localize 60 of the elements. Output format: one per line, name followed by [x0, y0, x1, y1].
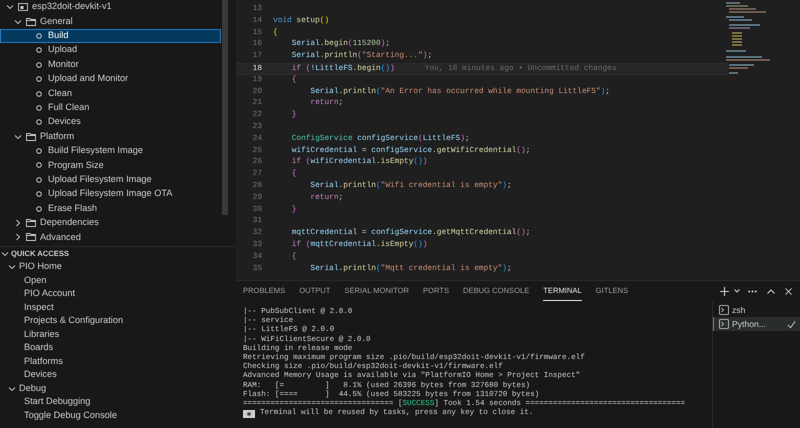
- tree-item[interactable]: Upload Filesystem Image: [0, 172, 221, 188]
- tree-item[interactable]: Open: [24, 274, 46, 288]
- circle-icon: [34, 30, 44, 41]
- circle-icon: [34, 174, 44, 185]
- circle-icon: [34, 146, 44, 156]
- circle-icon: [34, 74, 44, 84]
- tree-item[interactable]: Program Size: [0, 158, 221, 173]
- folder-icon: [26, 16, 36, 27]
- tree-item[interactable]: Upload Filesystem Image OTA: [0, 187, 221, 202]
- tree-item[interactable]: Devices: [24, 368, 57, 382]
- circle-icon: [34, 204, 44, 214]
- caret-icon[interactable]: [734, 288, 740, 294]
- tree-item[interactable]: Toggle Debug Console: [24, 408, 117, 423]
- chevron-down-icon: [8, 384, 16, 393]
- circle-icon: [34, 60, 44, 70]
- tree-item[interactable]: Build Filesystem Image: [0, 144, 221, 158]
- tree-item[interactable]: Libraries: [24, 328, 60, 342]
- tree-item[interactable]: Advanced: [0, 230, 221, 245]
- tree-item[interactable]: Platform: [0, 130, 221, 144]
- tree-item[interactable]: PIO Account: [24, 287, 76, 302]
- folder-icon: [26, 132, 36, 142]
- circle-icon: [34, 160, 44, 170]
- terminal-session[interactable]: Python...: [713, 317, 800, 331]
- folder-icon: [26, 232, 36, 242]
- chevron-up-icon[interactable]: [767, 288, 775, 294]
- folder-icon: [26, 218, 36, 228]
- tree-item[interactable]: Dependencies: [0, 216, 221, 230]
- circle-icon: [34, 88, 44, 99]
- plus-icon[interactable]: [720, 286, 729, 296]
- circle-icon: [34, 117, 44, 128]
- tree-item[interactable]: Upload: [0, 43, 221, 58]
- close-icon[interactable]: [785, 288, 792, 294]
- circle-icon: [34, 189, 44, 200]
- tree-item[interactable]: Full Clean: [0, 100, 221, 116]
- tree-item[interactable]: Erase Flash: [0, 201, 221, 216]
- tree-item[interactable]: Debug: [0, 382, 236, 396]
- terminal-icon: [719, 305, 729, 315]
- chip-folder-icon: [18, 2, 28, 12]
- ellipsis-icon[interactable]: [748, 290, 757, 292]
- tree-item[interactable]: Clean: [0, 86, 221, 101]
- chevron-down-icon: [14, 132, 22, 141]
- circle-icon: [34, 45, 44, 56]
- check-icon: [787, 320, 796, 328]
- tree-item[interactable]: Devices: [0, 115, 221, 130]
- tree-item[interactable]: Start Debugging: [24, 395, 90, 410]
- tree-item[interactable]: Monitor: [0, 58, 221, 72]
- tree-item[interactable]: General: [0, 14, 221, 29]
- scrollbar-thumb[interactable]: [222, 0, 228, 215]
- tree-item[interactable]: Platforms: [24, 354, 63, 369]
- circle-icon: [34, 102, 44, 113]
- tree-item[interactable]: PIO Home: [0, 260, 236, 274]
- tree-item[interactable]: Boards: [24, 341, 54, 356]
- tree-item[interactable]: Projects & Configuration: [24, 314, 124, 328]
- tree-item[interactable]: Build: [0, 28, 221, 44]
- tree-item[interactable]: Upload and Monitor: [0, 72, 221, 86]
- tree-item[interactable]: Inspect: [24, 300, 54, 315]
- asterisk-icon: [243, 410, 255, 418]
- terminal-icon: [719, 319, 729, 329]
- tree-item[interactable]: esp32doit-devkit-v1: [0, 0, 221, 14]
- terminal-session[interactable]: zsh: [713, 303, 800, 317]
